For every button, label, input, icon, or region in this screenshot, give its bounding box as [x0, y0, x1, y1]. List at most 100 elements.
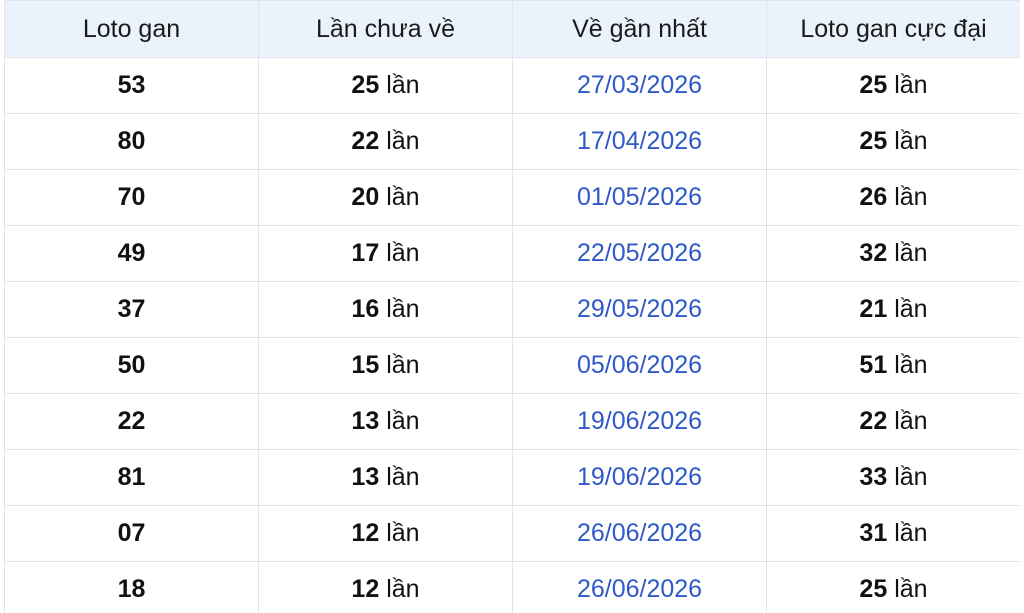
- loto-number: 18: [117, 575, 146, 603]
- unit-label: lần: [894, 127, 928, 155]
- loto-number-cell: 70: [4, 169, 259, 226]
- max-gap-cell: 33 lần: [766, 449, 1020, 506]
- loto-gan-table-container: Loto gan Lần chưa về Về gần nhất Loto ga…: [4, 0, 1020, 613]
- max-gap-cell: 22 lần: [766, 393, 1020, 450]
- loto-number: 22: [117, 407, 146, 435]
- unit-label: lần: [894, 519, 928, 547]
- loto-number-cell: 18: [4, 561, 259, 613]
- loto-number: 53: [117, 71, 146, 99]
- last-seen-cell: 22/05/2026: [512, 225, 767, 282]
- unit-label: lần: [894, 239, 928, 267]
- last-seen-date: 22/05/2026: [576, 239, 703, 267]
- header-loto-gan: Loto gan: [4, 0, 259, 58]
- times-missing-value: 16: [351, 295, 380, 323]
- table-row: 80 22 lần 17/04/2026 25 lần: [4, 113, 1020, 170]
- table-row: 37 16 lần 29/05/2026 21 lần: [4, 281, 1020, 338]
- header-lan-chua-ve: Lần chưa về: [258, 0, 513, 58]
- header-ve-gan-nhat: Về gần nhất: [512, 0, 767, 58]
- table-row: 53 25 lần 27/03/2026 25 lần: [4, 57, 1020, 114]
- loto-number-cell: 50: [4, 337, 259, 394]
- last-seen-cell: 17/04/2026: [512, 113, 767, 170]
- times-missing-value: 20: [351, 183, 380, 211]
- loto-number: 81: [117, 463, 146, 491]
- table-row: 50 15 lần 05/06/2026 51 lần: [4, 337, 1020, 394]
- max-gap-value: 22: [859, 407, 888, 435]
- loto-number-cell: 80: [4, 113, 259, 170]
- loto-number: 37: [117, 295, 146, 323]
- last-seen-date: 27/03/2026: [576, 71, 703, 99]
- last-seen-cell: 19/06/2026: [512, 393, 767, 450]
- last-seen-cell: 19/06/2026: [512, 449, 767, 506]
- unit-label: lần: [386, 239, 420, 267]
- max-gap-value: 33: [859, 463, 888, 491]
- last-seen-date: 29/05/2026: [576, 295, 703, 323]
- unit-label: lần: [386, 519, 420, 547]
- header-row: Loto gan Lần chưa về Về gần nhất Loto ga…: [4, 0, 1020, 58]
- times-missing-cell: 15 lần: [258, 337, 513, 394]
- unit-label: lần: [894, 71, 928, 99]
- times-missing-cell: 13 lần: [258, 449, 513, 506]
- max-gap-value: 25: [859, 127, 888, 155]
- times-missing-value: 12: [351, 519, 380, 547]
- times-missing-value: 13: [351, 463, 380, 491]
- unit-label: lần: [386, 351, 420, 379]
- loto-number-cell: 81: [4, 449, 259, 506]
- loto-number-cell: 53: [4, 57, 259, 114]
- times-missing-cell: 22 lần: [258, 113, 513, 170]
- times-missing-value: 22: [351, 127, 380, 155]
- last-seen-date: 17/04/2026: [576, 127, 703, 155]
- max-gap-cell: 32 lần: [766, 225, 1020, 282]
- times-missing-cell: 12 lần: [258, 561, 513, 613]
- loto-number-cell: 07: [4, 505, 259, 562]
- max-gap-value: 26: [859, 183, 888, 211]
- table-body: 53 25 lần 27/03/2026 25 lần 80 22 lần 17…: [4, 57, 1020, 613]
- max-gap-value: 25: [859, 71, 888, 99]
- header-loto-gan-cuc-dai: Loto gan cực đại: [766, 0, 1020, 58]
- max-gap-value: 31: [859, 519, 888, 547]
- loto-number-cell: 37: [4, 281, 259, 338]
- max-gap-cell: 21 lần: [766, 281, 1020, 338]
- last-seen-date: 19/06/2026: [576, 463, 703, 491]
- last-seen-cell: 26/06/2026: [512, 561, 767, 613]
- max-gap-cell: 25 lần: [766, 57, 1020, 114]
- last-seen-cell: 27/03/2026: [512, 57, 767, 114]
- last-seen-date: 19/06/2026: [576, 407, 703, 435]
- loto-number: 80: [117, 127, 146, 155]
- table-row: 18 12 lần 26/06/2026 25 lần: [4, 561, 1020, 613]
- unit-label: lần: [386, 575, 420, 603]
- loto-number: 50: [117, 351, 146, 379]
- loto-number: 70: [117, 183, 146, 211]
- loto-gan-table: Loto gan Lần chưa về Về gần nhất Loto ga…: [4, 0, 1020, 613]
- table-row: 81 13 lần 19/06/2026 33 lần: [4, 449, 1020, 506]
- loto-number-cell: 49: [4, 225, 259, 282]
- unit-label: lần: [894, 295, 928, 323]
- times-missing-cell: 17 lần: [258, 225, 513, 282]
- last-seen-cell: 01/05/2026: [512, 169, 767, 226]
- table-row: 49 17 lần 22/05/2026 32 lần: [4, 225, 1020, 282]
- unit-label: lần: [894, 351, 928, 379]
- last-seen-cell: 05/06/2026: [512, 337, 767, 394]
- loto-number: 07: [117, 519, 146, 547]
- max-gap-value: 25: [859, 575, 888, 603]
- times-missing-value: 13: [351, 407, 380, 435]
- loto-number-cell: 22: [4, 393, 259, 450]
- max-gap-cell: 26 lần: [766, 169, 1020, 226]
- times-missing-cell: 12 lần: [258, 505, 513, 562]
- unit-label: lần: [386, 71, 420, 99]
- last-seen-date: 05/06/2026: [576, 351, 703, 379]
- times-missing-cell: 25 lần: [258, 57, 513, 114]
- unit-label: lần: [894, 407, 928, 435]
- max-gap-cell: 25 lần: [766, 561, 1020, 613]
- table-header: Loto gan Lần chưa về Về gần nhất Loto ga…: [4, 0, 1020, 58]
- loto-number: 49: [117, 239, 146, 267]
- unit-label: lần: [894, 463, 928, 491]
- times-missing-value: 17: [351, 239, 380, 267]
- unit-label: lần: [386, 183, 420, 211]
- unit-label: lần: [386, 463, 420, 491]
- times-missing-cell: 16 lần: [258, 281, 513, 338]
- last-seen-date: 01/05/2026: [576, 183, 703, 211]
- unit-label: lần: [894, 183, 928, 211]
- max-gap-cell: 25 lần: [766, 113, 1020, 170]
- unit-label: lần: [386, 127, 420, 155]
- last-seen-cell: 26/06/2026: [512, 505, 767, 562]
